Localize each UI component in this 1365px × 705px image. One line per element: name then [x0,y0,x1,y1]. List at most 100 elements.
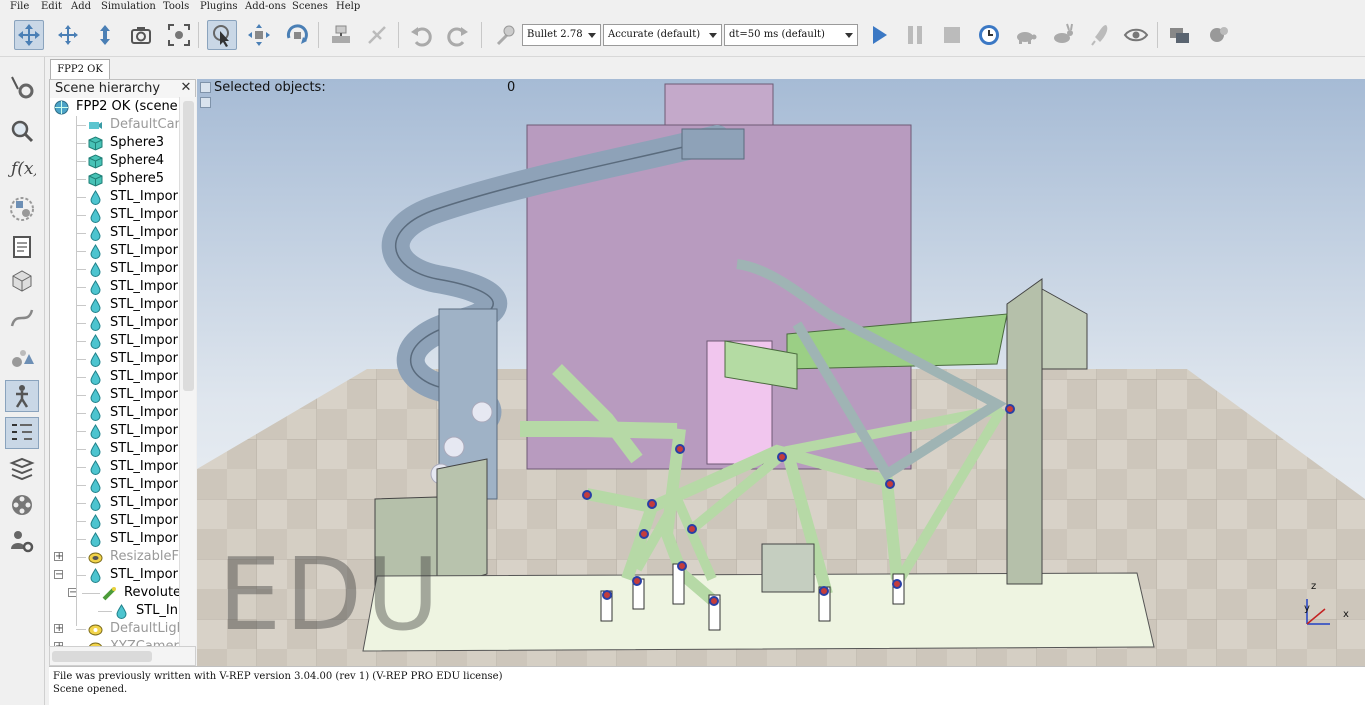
timestep-select[interactable]: dt=50 ms (default) [724,24,858,46]
edu-watermark: EDU [218,536,444,653]
camera-shift-button[interactable] [90,20,120,50]
model-browser-toggle[interactable] [5,380,39,412]
menu-simulation[interactable]: Simulation [101,0,156,13]
pause-simulation-button[interactable] [900,20,930,50]
model-browser-button[interactable] [5,265,39,297]
speed-up-button[interactable] [1048,20,1078,50]
assemble-button[interactable] [326,20,356,50]
hierarchy-vertical-scrollbar[interactable] [179,97,196,646]
hierarchy-row-drop[interactable]: STL_Impor [50,350,195,368]
page-selector-button[interactable] [1165,20,1195,50]
scene-selector-button[interactable] [1203,20,1233,50]
redo-button[interactable] [443,20,473,50]
hierarchy-row-drop[interactable]: STL_Impor [50,278,195,296]
object-shift-button[interactable] [244,20,274,50]
scrollbar-thumb[interactable] [52,651,152,662]
threaded-rendering-button[interactable] [1086,20,1116,50]
selection-button[interactable] [5,115,39,147]
scripts-button[interactable]: ƒ(x) [5,151,39,183]
hierarchy-row-drop[interactable]: STL_Impor [50,440,195,458]
drop-icon [88,260,103,278]
menu-addons[interactable]: Add-ons [245,0,286,13]
hierarchy-row-drop[interactable]: STL_Impor [50,368,195,386]
hierarchy-row-joint[interactable]: − Revolute [50,584,195,602]
hierarchy-row-drop[interactable]: STL_Impor [50,494,195,512]
click-select-button[interactable] [207,20,237,50]
menu-plugins[interactable]: Plugins [200,0,238,13]
close-icon[interactable]: ✕ [179,81,193,95]
hierarchy-row-drop[interactable]: STL_Impor [50,386,195,404]
hierarchy-row-drop[interactable]: STL_Impor [50,224,195,242]
tab-fpp2-ok[interactable]: FPP2 OK [50,59,110,79]
hierarchy-horizontal-scrollbar[interactable] [49,646,196,666]
menu-add[interactable]: Add [71,0,91,13]
light-icon [88,620,103,638]
hierarchy-row-cube[interactable]: Sphere3 [50,134,195,152]
scene-hierarchy-toggle[interactable] [5,417,39,449]
physics-engine-icon-button[interactable] [490,20,520,50]
expand-toggle[interactable] [200,97,211,108]
svg-text:ƒ(x): ƒ(x) [8,159,36,179]
hierarchy-row-drop[interactable]: STL_Impor [50,458,195,476]
user-settings-button[interactable] [5,525,39,557]
hierarchy-row-drop[interactable]: STL_Impor [50,512,195,530]
toggle-visualization-button[interactable] [1121,20,1151,50]
dna-icon [368,26,386,44]
start-simulation-button[interactable] [864,20,894,50]
collapse-toggle[interactable] [200,82,211,93]
hierarchy-row-drop[interactable]: STL_Impor [50,206,195,224]
camera-pan-button[interactable] [14,20,44,50]
undo-button[interactable] [406,20,436,50]
slow-down-button[interactable] [1011,20,1041,50]
scrollbar-thumb[interactable] [183,101,194,391]
hierarchy-row-cube[interactable]: Sphere5 [50,170,195,188]
hierarchy-row-drop[interactable]: STL_Impor [50,530,195,548]
stop-simulation-button[interactable] [937,20,967,50]
material-button[interactable] [5,342,39,374]
shape-edit-button[interactable] [5,193,39,225]
menu-tools[interactable]: Tools [163,0,189,13]
hierarchy-row-drop[interactable]: STL_In [50,602,195,620]
hierarchy-row-drop[interactable]: − STL_Impor [50,566,195,584]
selected-objects-count: 0 [507,80,516,95]
hierarchy-row-light[interactable]: + DefaultLigh [50,620,195,638]
hierarchy-row-drop[interactable]: STL_Impor [50,332,195,350]
hierarchy-row-drop[interactable]: STL_Impor [50,296,195,314]
realtime-button[interactable] [974,20,1004,50]
menu-help[interactable]: Help [336,0,360,13]
hierarchy-row-label: STL_Impor [110,207,178,222]
object-properties-button[interactable] [5,231,39,263]
hierarchy-row-drop[interactable]: STL_Impor [50,188,195,206]
hierarchy-row-camera[interactable]: DefaultCam [50,116,195,134]
menu-edit[interactable]: Edit [41,0,62,13]
hierarchy-row-drop[interactable]: STL_Impor [50,314,195,332]
windows-icon [1170,28,1189,43]
hierarchy-row-drop[interactable]: STL_Impor [50,476,195,494]
magnifier-icon [11,120,34,143]
simulation-settings-button[interactable] [5,71,39,103]
layers-button[interactable] [5,453,39,485]
hierarchy-row-globe[interactable]: FPP2 OK (scene 1 [50,98,195,116]
transfer-dna-button[interactable] [362,20,392,50]
physics-engine-select[interactable]: Bullet 2.78 [522,24,601,46]
hierarchy-row-drop[interactable]: STL_Impor [50,422,195,440]
accuracy-select[interactable]: Accurate (default) [603,24,722,46]
camera-rotate-button[interactable] [53,20,83,50]
fit-to-view-button[interactable] [164,20,194,50]
hierarchy-row-drop[interactable]: STL_Impor [50,260,195,278]
menu-scenes[interactable]: Scenes [292,0,328,13]
hierarchy-row-cube[interactable]: Sphere4 [50,152,195,170]
undo-icon [411,27,432,47]
hierarchy-row-sensor[interactable]: + ResizableF [50,548,195,566]
hierarchy-row-drop[interactable]: STL_Impor [50,404,195,422]
drop-icon [88,386,103,404]
camera-zoom-button[interactable] [126,20,156,50]
joint-icon [102,584,117,602]
hierarchy-row-label: Sphere3 [110,135,165,150]
hierarchy-row-drop[interactable]: STL_Impor [50,242,195,260]
menu-file[interactable]: File [10,0,29,13]
axis-y-label: y [1304,603,1310,614]
object-rotate-button[interactable] [282,20,312,50]
video-recorder-button[interactable] [5,489,39,521]
path-edit-button[interactable] [5,302,39,334]
